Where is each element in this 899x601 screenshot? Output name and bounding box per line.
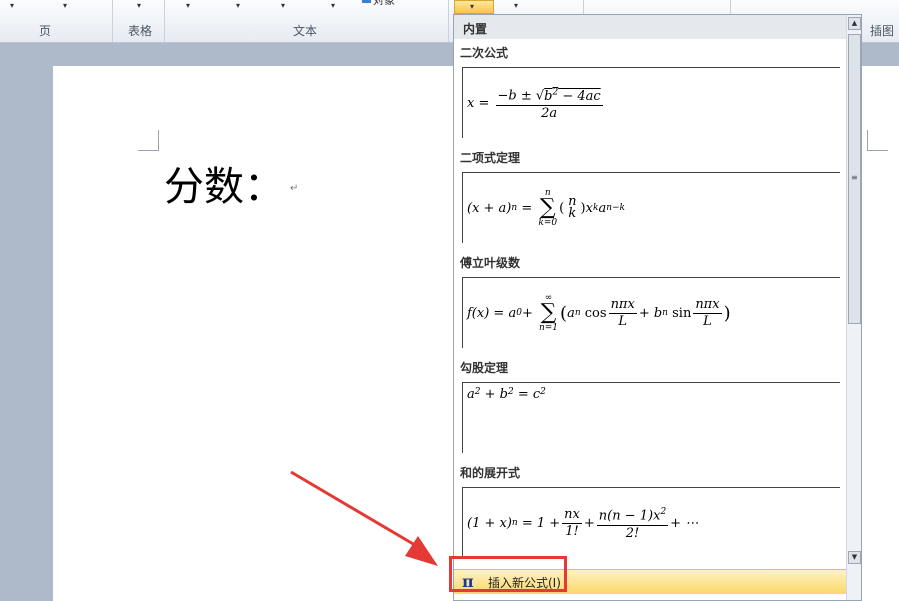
callout-arrow (290, 470, 438, 566)
